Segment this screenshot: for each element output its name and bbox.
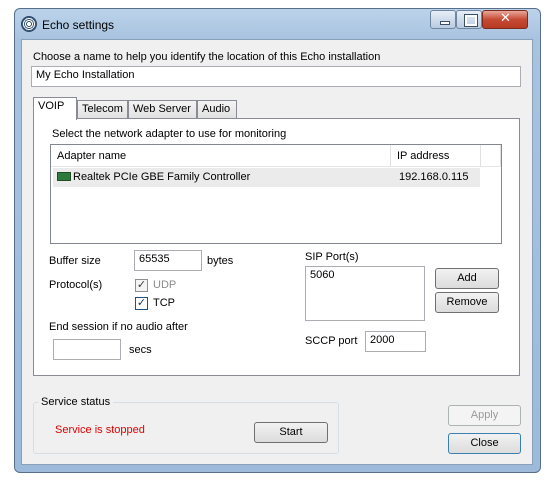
adapter-row[interactable]: Realtek PCIe GBE Family Controller 192.1… — [53, 168, 480, 187]
location-name-input[interactable]: My Echo Installation — [31, 66, 521, 87]
add-sip-port-button[interactable]: Add — [435, 268, 499, 289]
apply-button[interactable]: Apply — [448, 405, 521, 426]
buffer-size-label: Buffer size — [49, 255, 101, 267]
start-service-button[interactable]: Start — [254, 422, 328, 443]
buffer-unit-label: bytes — [207, 255, 234, 267]
sip-ports-list[interactable]: 5060 — [305, 266, 425, 321]
window-title: Echo settings — [42, 18, 115, 32]
close-window-button[interactable]: ✕ — [482, 10, 528, 29]
service-status-text: Service is stopped — [55, 424, 145, 436]
tcp-label: TCP — [153, 297, 175, 309]
column-header-ip-address[interactable]: IP address — [391, 145, 481, 167]
protocol-label: Protocol(s) — [49, 279, 103, 291]
end-session-label: End session if no audio after — [49, 321, 188, 333]
tab-audio[interactable]: Audio — [197, 100, 237, 118]
end-session-input[interactable] — [53, 339, 121, 360]
column-header-filler — [481, 145, 501, 167]
tab-voip[interactable]: VOIP — [33, 97, 77, 120]
location-label: Choose a name to help you identify the l… — [33, 51, 381, 63]
buffer-size-input[interactable]: 65535 — [134, 250, 202, 271]
end-session-unit: secs — [129, 344, 152, 356]
close-button[interactable]: Close — [448, 433, 521, 454]
echo-app-icon — [21, 16, 37, 32]
remove-sip-port-button[interactable]: Remove — [435, 292, 499, 313]
sccp-port-label: SCCP port — [305, 335, 358, 347]
udp-checkbox: ✓ — [135, 279, 148, 292]
tab-telecom[interactable]: Telecom — [77, 100, 128, 118]
minimize-button[interactable] — [430, 10, 456, 29]
adapter-name: Realtek PCIe GBE Family Controller — [73, 171, 251, 183]
tab-web-server[interactable]: Web Server — [128, 100, 197, 118]
column-header-adapter-name[interactable]: Adapter name — [51, 145, 391, 167]
adapter-ip: 192.168.0.115 — [399, 171, 469, 183]
maximize-icon — [464, 14, 478, 27]
sccp-port-input[interactable]: 2000 — [365, 331, 426, 352]
tcp-checkbox[interactable]: ✓ — [135, 297, 148, 310]
network-card-icon — [57, 172, 71, 181]
close-icon: ✕ — [500, 11, 511, 26]
sip-ports-label: SIP Port(s) — [305, 251, 359, 263]
adapter-list[interactable]: Adapter name IP address Realtek PCIe GBE… — [50, 144, 502, 244]
adapter-prompt: Select the network adapter to use for mo… — [52, 128, 287, 140]
udp-label: UDP — [153, 279, 177, 291]
minimize-icon — [440, 21, 450, 25]
maximize-button[interactable] — [456, 10, 482, 29]
sip-port-item[interactable]: 5060 — [310, 269, 420, 281]
service-status-label: Service status — [38, 396, 114, 408]
